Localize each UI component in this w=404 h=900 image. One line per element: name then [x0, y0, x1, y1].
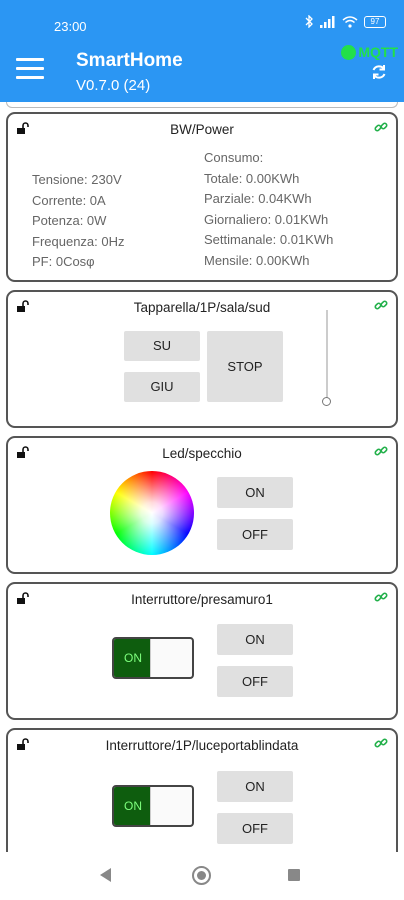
link-icon[interactable] — [374, 736, 388, 750]
weekly-reading: Settimanale: 0.01KWh — [204, 232, 334, 247]
shutter-up-button[interactable]: SU — [124, 331, 200, 361]
toggle-switch[interactable]: ON — [112, 785, 194, 827]
card-title: BW/Power — [170, 122, 234, 137]
refresh-icon[interactable] — [370, 63, 388, 81]
monthly-reading: Mensile: 0.00KWh — [204, 252, 310, 268]
system-nav-bar — [0, 852, 404, 900]
app-bar: 23:00 97 SmartHome V0.7.0 (24) MQTT — [0, 0, 404, 102]
back-icon[interactable] — [100, 868, 111, 882]
total-reading: Totale: 0.00KWh — [204, 170, 300, 186]
app-title: SmartHome — [76, 50, 183, 71]
link-icon[interactable] — [374, 590, 388, 604]
mqtt-status-dot — [341, 44, 357, 60]
switch-card-luceportablindata: Interruttore/1P/luceportablindata ON ON … — [6, 728, 398, 866]
shutter-down-button[interactable]: GIU — [124, 372, 200, 402]
power-readings: Tensione: 230V Corrente: 0A Potenza: 0W … — [32, 170, 125, 273]
current-reading: Corrente: 0A — [32, 192, 106, 208]
card-title: Led/specchio — [162, 446, 242, 461]
partial-reading: Parziale: 0.04KWh — [204, 191, 312, 206]
toggle-knob — [150, 787, 192, 825]
switch-off-button[interactable]: OFF — [217, 813, 293, 844]
toggle-switch[interactable]: ON — [112, 637, 194, 679]
shutter-stop-button[interactable]: STOP — [207, 331, 283, 402]
card-title: Interruttore/1P/luceportablindata — [105, 738, 299, 753]
menu-button[interactable] — [16, 58, 44, 80]
link-icon[interactable] — [374, 298, 388, 312]
card-title: Tapparella/1P/sala/sud — [133, 300, 271, 315]
power-card: BW/Power Tensione: 230V Corrente: 0A Pot… — [6, 112, 398, 282]
status-icons: 97 — [305, 15, 386, 28]
bluetooth-icon — [305, 15, 313, 28]
frequency-reading: Frequenza: 0Hz — [32, 233, 125, 249]
home-icon[interactable] — [192, 866, 211, 885]
voltage-reading: Tensione: 230V — [32, 172, 122, 187]
slider-track — [326, 310, 328, 398]
signal-icon — [320, 15, 335, 28]
toggle-knob — [150, 639, 192, 677]
link-icon[interactable] — [374, 120, 388, 134]
shutter-position-slider[interactable] — [322, 310, 332, 406]
daily-reading: Giornaliero: 0.01KWh — [204, 211, 329, 227]
switch-card-presamuro1: Interruttore/presamuro1 ON ON OFF — [6, 582, 398, 720]
shutter-card: Tapparella/1P/sala/sud SU GIU STOP — [6, 290, 398, 428]
previous-card-edge — [6, 102, 398, 108]
recents-icon[interactable] — [288, 869, 300, 881]
app-version: V0.7.0 (24) — [76, 77, 151, 94]
consumption-heading: Consumo: — [204, 150, 264, 165]
switch-off-button[interactable]: OFF — [217, 666, 293, 697]
wifi-icon — [342, 15, 358, 28]
led-off-button[interactable]: OFF — [217, 519, 293, 550]
power-factor-reading: PF: 0Cosφ — [32, 254, 95, 269]
slider-thumb[interactable] — [322, 397, 331, 406]
color-wheel[interactable] — [110, 471, 194, 555]
mqtt-label: MQTT — [358, 44, 398, 60]
power-reading: Potenza: 0W — [32, 213, 107, 228]
mqtt-status: MQTT — [341, 44, 398, 60]
led-on-button[interactable]: ON — [217, 477, 293, 508]
consumption-readings: Consumo: Totale: 0.00KWh Parziale: 0.04K… — [204, 148, 333, 271]
link-icon[interactable] — [374, 444, 388, 458]
toggle-state-label: ON — [114, 639, 152, 677]
switch-on-button[interactable]: ON — [217, 624, 293, 655]
toggle-state-label: ON — [114, 787, 152, 825]
status-time: 23:00 — [54, 19, 87, 34]
card-title: Interruttore/presamuro1 — [131, 592, 273, 607]
switch-on-button[interactable]: ON — [217, 771, 293, 802]
led-card: Led/specchio ON OFF — [6, 436, 398, 574]
battery-icon: 97 — [364, 15, 386, 28]
